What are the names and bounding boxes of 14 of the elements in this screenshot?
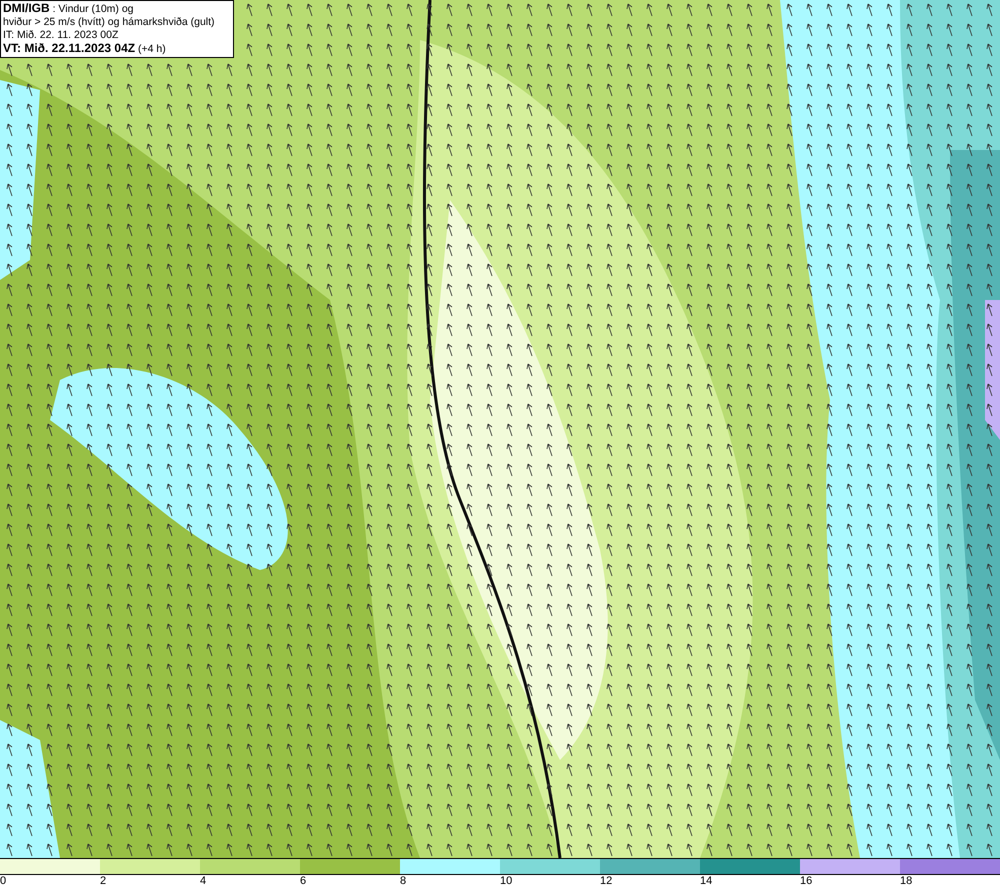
info-text: DMI/IGB : Vindur (10m) og — [3, 2, 135, 16]
info-text: IT: Mið. 22. 11. 2023 00Z — [3, 29, 120, 42]
legend-tick-label: 12 — [600, 875, 612, 887]
legend-tick-label: 0 — [0, 875, 6, 887]
legend-tick-label: 2 — [100, 875, 106, 887]
info-text: VT: Mið. 22.11.2023 04Z (+4 h) — [3, 42, 167, 56]
legend-tick-label: 4 — [200, 875, 206, 887]
legend-tick-label: 8 — [400, 875, 406, 887]
legend-tick-label: 14 — [700, 875, 712, 887]
legend-tick-label: 10 — [500, 875, 512, 887]
legend-tick-label: 6 — [300, 875, 306, 887]
legend-tick-label: 16 — [800, 875, 812, 887]
legend-tick-label: 18 — [900, 875, 912, 887]
info-text: hviður > 25 m/s (hvítt) og hámarkshviða (gult) — [3, 16, 216, 29]
